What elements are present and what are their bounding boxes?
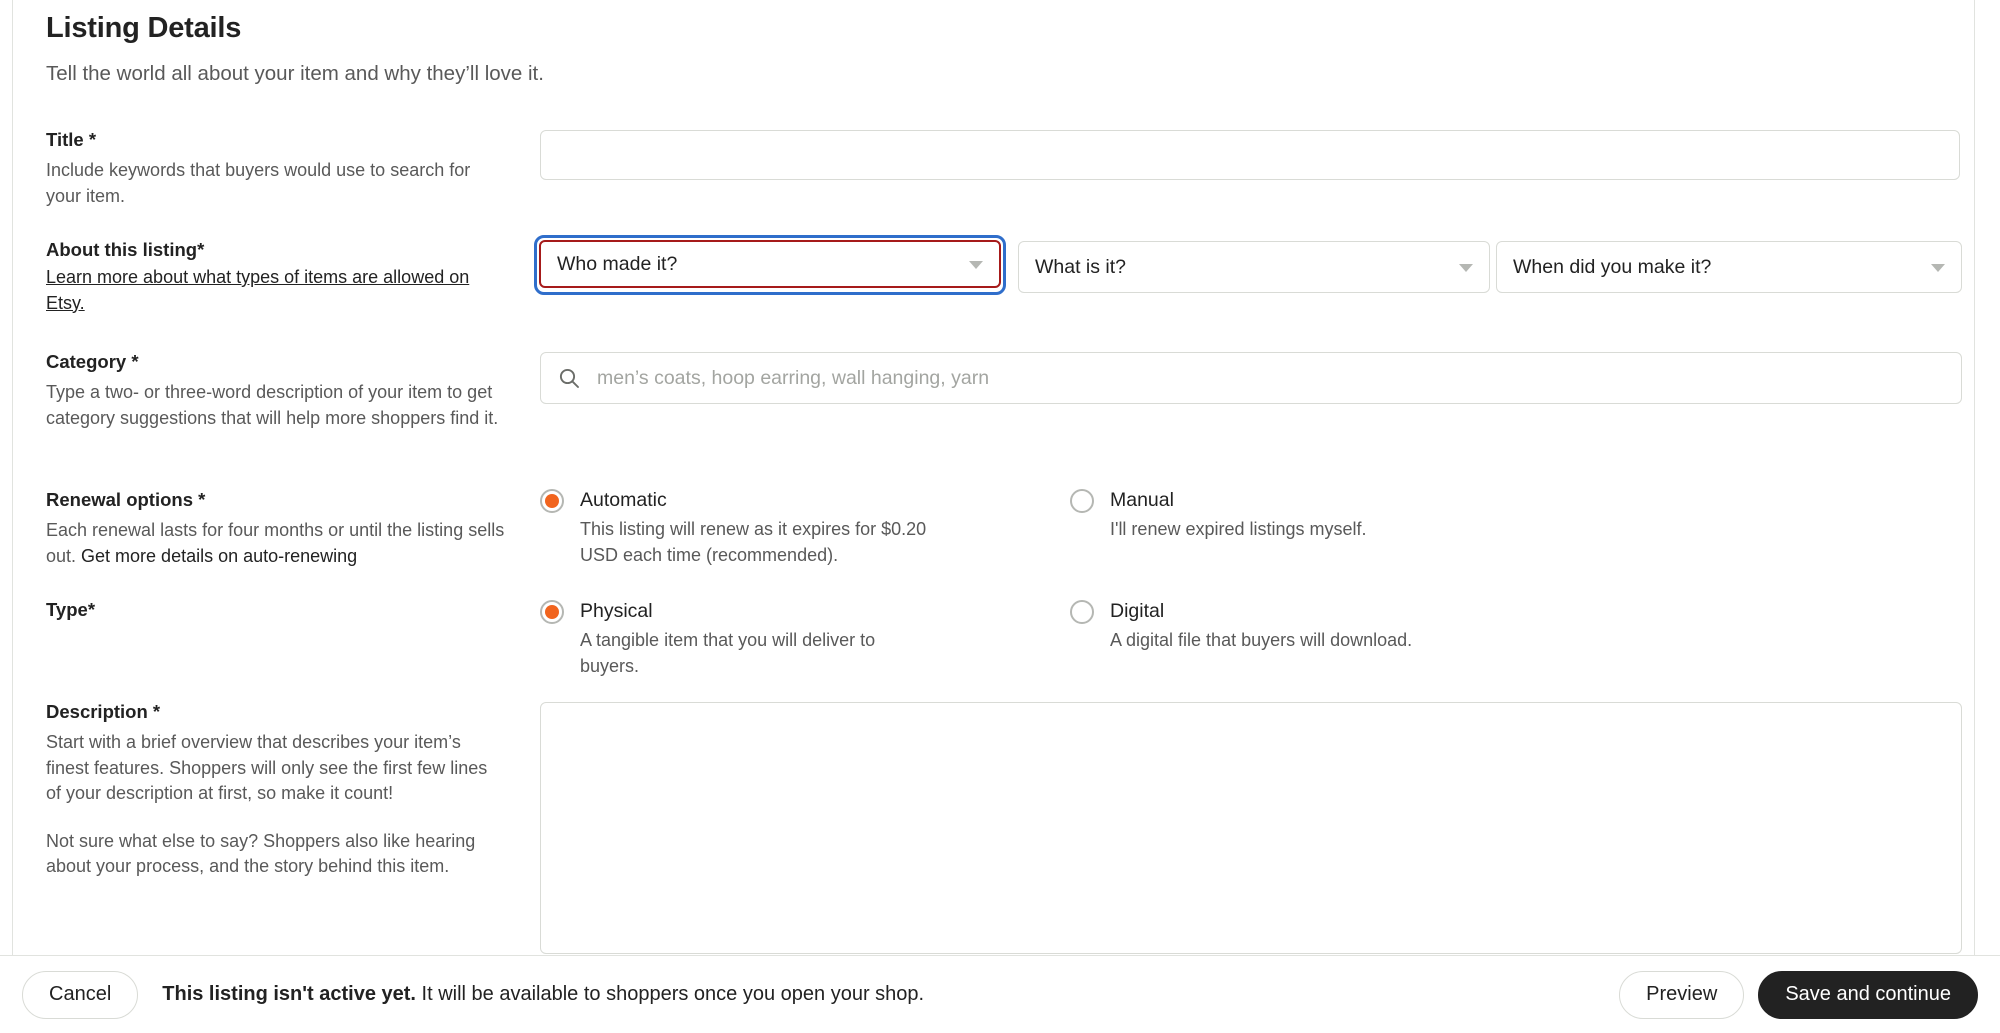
footer-action-bar: Cancel This listing isn't active yet. It…: [0, 955, 2000, 1033]
type-required-mark: *: [87, 599, 96, 620]
description-help-text-1: Start with a brief overview that describ…: [46, 732, 488, 804]
type-option-digital[interactable]: Digital A digital file that buyers will …: [1070, 599, 1550, 679]
when-did-you-make-it-dropdown-value: When did you make it?: [1513, 255, 1712, 278]
search-icon: [557, 366, 581, 390]
renewal-automatic-title: Automatic: [580, 489, 667, 511]
description-label-text: Description: [46, 701, 148, 722]
type-physical-title: Physical: [580, 600, 653, 622]
radio-digital-icon[interactable]: [1070, 600, 1094, 624]
about-learn-more-link[interactable]: Learn more about what types of items are…: [46, 267, 469, 313]
category-label-text: Category: [46, 351, 127, 372]
type-digital-desc: A digital file that buyers will download…: [1110, 630, 1413, 651]
who-made-it-dropdown-focus-ring: Who made it?: [534, 235, 1006, 295]
chevron-down-icon: [1931, 264, 1945, 272]
type-option-physical[interactable]: Physical A tangible item that you will d…: [540, 599, 1020, 679]
title-label-group: Title * Include keywords that buyers wou…: [46, 128, 506, 209]
cancel-button[interactable]: Cancel: [22, 970, 139, 1019]
who-made-it-dropdown[interactable]: Who made it?: [539, 240, 1001, 288]
description-textarea[interactable]: [541, 703, 1961, 953]
category-field-label: Category *: [46, 350, 506, 374]
renewal-help-text: Each renewal lasts for four months or un…: [46, 518, 506, 569]
type-physical-desc: A tangible item that you will deliver to…: [580, 630, 876, 676]
type-label-text: Type: [46, 599, 88, 620]
description-textarea-wrapper[interactable]: [540, 702, 1962, 954]
renewal-label-group: Renewal options * Each renewal lasts for…: [46, 488, 506, 569]
description-help-text-2: Not sure what else to say? Shoppers also…: [46, 830, 476, 877]
radio-manual-icon[interactable]: [1070, 489, 1094, 513]
what-is-it-dropdown[interactable]: What is it?: [1018, 241, 1490, 293]
radio-physical-icon[interactable]: [540, 600, 564, 624]
chevron-down-icon: [1459, 264, 1473, 272]
description-label-group: Description * Start with a brief overvie…: [46, 700, 506, 880]
listing-status-message: This listing isn't active yet. It will b…: [162, 983, 924, 1006]
renewal-manual-desc: I'll renew expired listings myself.: [1110, 519, 1367, 540]
title-help-text: Include keywords that buyers would use t…: [46, 160, 471, 206]
title-field-label: Title *: [46, 128, 506, 152]
renewal-option-manual[interactable]: Manual I'll renew expired listings mysel…: [1070, 488, 1550, 568]
renewal-details-link[interactable]: Get more details on auto-renewing: [81, 546, 357, 566]
renewal-required-mark: *: [198, 489, 206, 510]
who-made-it-dropdown-value: Who made it?: [557, 252, 678, 275]
about-label-text: About this listing: [46, 239, 198, 260]
renewal-manual-title: Manual: [1110, 489, 1174, 511]
description-field-label: Description *: [46, 700, 506, 724]
radio-automatic-icon[interactable]: [540, 489, 564, 513]
preview-button[interactable]: Preview: [1619, 970, 1745, 1019]
listing-status-rest: It will be available to shoppers once yo…: [415, 983, 925, 1005]
type-field-label: Type*: [46, 598, 506, 622]
renewal-field-label: Renewal options *: [46, 488, 506, 512]
renewal-label-text: Renewal options: [46, 489, 193, 510]
category-label-group: Category * Type a two- or three-word des…: [46, 350, 506, 431]
type-digital-title: Digital: [1110, 600, 1165, 622]
renewal-automatic-desc: This listing will renew as it expires fo…: [580, 519, 927, 565]
title-required-mark: *: [88, 129, 97, 150]
about-required-mark: *: [197, 239, 205, 260]
listing-status-strong: This listing isn't active yet.: [162, 983, 416, 1005]
about-field-label: About this listing*: [46, 238, 506, 262]
renewal-options-group: Automatic This listing will renew as it …: [540, 488, 1550, 568]
save-and-continue-button[interactable]: Save and continue: [1758, 970, 1978, 1019]
what-is-it-dropdown-value: What is it?: [1035, 255, 1127, 278]
title-input[interactable]: [540, 130, 1960, 180]
chevron-down-icon: [969, 261, 983, 269]
listing-details-page: Listing Details Tell the world all about…: [0, 0, 2000, 1033]
when-did-you-make-it-dropdown[interactable]: When did you make it?: [1496, 241, 1962, 293]
category-required-mark: *: [131, 351, 139, 372]
category-search-input[interactable]: [595, 365, 1945, 391]
description-required-mark: *: [152, 701, 161, 722]
title-label-text: Title: [46, 129, 84, 150]
type-label-group: Type*: [46, 598, 506, 628]
renewal-option-automatic[interactable]: Automatic This listing will renew as it …: [540, 488, 1020, 568]
category-search-wrapper[interactable]: [540, 352, 1962, 404]
type-options-group: Physical A tangible item that you will d…: [540, 599, 1550, 679]
footer-primary-actions: Preview Save and continue: [1619, 970, 1978, 1019]
about-label-group: About this listing* Learn more about wha…: [46, 238, 506, 316]
form-content: Listing Details Tell the world all about…: [0, 0, 2000, 955]
page-subtitle: Tell the world all about your item and w…: [46, 62, 544, 85]
category-help-text: Type a two- or three-word description of…: [46, 382, 499, 428]
page-title: Listing Details: [46, 12, 242, 44]
